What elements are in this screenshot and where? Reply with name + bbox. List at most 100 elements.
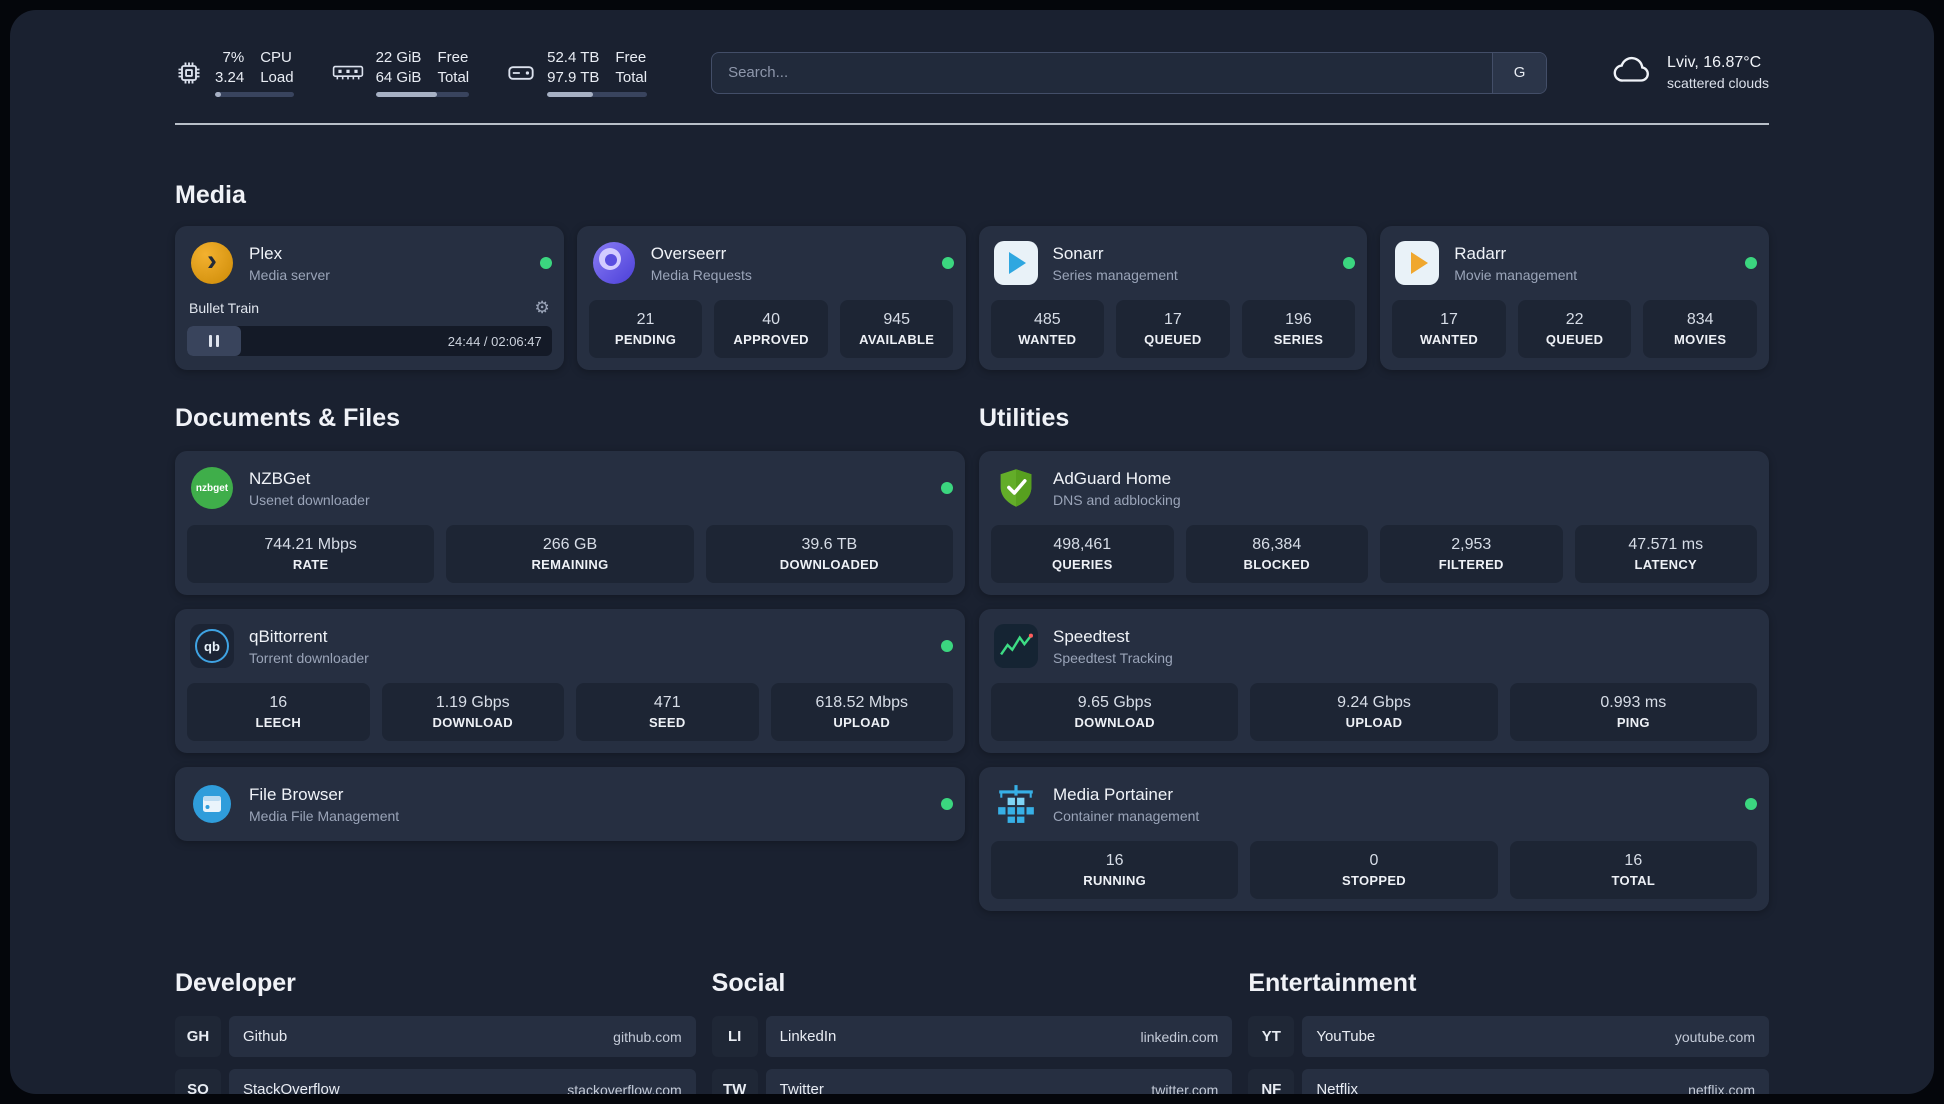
stat-tile: 485 WANTED (990, 300, 1105, 358)
stat-tile: 21 PENDING (588, 300, 703, 358)
disk-free-label: Free (615, 49, 647, 66)
app-card-qbittorrent[interactable]: qb qBittorrent Torrent downloader 16 LEEC… (175, 609, 965, 753)
stat-label: WANTED (1018, 332, 1077, 347)
disk-monitor: 52.4 TB 97.9 TB Free Total (507, 48, 648, 97)
app-card-speedtest[interactable]: Speedtest Speedtest Tracking 9.65 Gbps DO… (979, 609, 1769, 753)
overseerr-icon (589, 238, 639, 288)
stat-label: RUNNING (1083, 873, 1147, 888)
developer-section-title: Developer (175, 969, 296, 997)
app-card-radarr[interactable]: Radarr Movie management 17 WANTED 22 QUEUE… (1380, 226, 1769, 370)
weather-location: Lviv, 16.87°C (1667, 54, 1762, 72)
player-progress-bar[interactable]: 24:44 / 02:06:47 (187, 326, 552, 356)
stat-label: DOWNLOAD (432, 715, 513, 730)
link-name: LinkedIn (779, 1028, 837, 1045)
stat-label: DOWNLOADED (779, 557, 879, 572)
pause-button[interactable] (187, 326, 241, 356)
stat-label: DOWNLOAD (1074, 715, 1155, 730)
app-name: File Browser (249, 784, 344, 804)
filebrowser-icon (187, 779, 237, 829)
stat-label: FILTERED (1438, 557, 1504, 572)
link-badge: TW (711, 1069, 758, 1094)
stat-value: 485 (1033, 311, 1061, 328)
ram-total-value: 64 GiB (375, 68, 422, 86)
app-subtitle: DNS and adblocking (1053, 491, 1181, 508)
status-dot (1343, 257, 1356, 269)
portainer-crane-icon (991, 779, 1041, 829)
stat-value: 618.52 Mbps (815, 694, 908, 711)
stat-tile: 9.65 Gbps DOWNLOAD (991, 683, 1239, 741)
stat-value: 0 (1369, 852, 1379, 869)
disk-total-label: Total (615, 68, 648, 86)
stat-value: 266 GB (542, 536, 598, 553)
cpu-load-label: Load (260, 68, 294, 86)
link-url: netflix.com (1688, 1081, 1755, 1095)
app-card-plex[interactable]: › Plex Media server Bullet Train ⚙ 24:44… (175, 226, 564, 370)
stat-tile: 498,461 QUERIES (991, 525, 1174, 583)
link-stackoverflow[interactable]: SO StackOverflow stackoverflow.com (175, 1069, 696, 1094)
developer-links-column: Developer GH Github github.com SO StackOv… (175, 969, 696, 1094)
app-card-portainer[interactable]: Media Portainer Container management 16 R… (979, 767, 1769, 911)
link-badge: YT (1248, 1016, 1295, 1057)
stat-tile: 22 QUEUED (1517, 300, 1632, 358)
settings-gear-icon[interactable]: ⚙ (535, 298, 550, 318)
app-subtitle: Usenet downloader (249, 491, 370, 508)
stat-value: 196 (1285, 311, 1312, 328)
link-youtube[interactable]: YT YouTube youtube.com (1248, 1016, 1769, 1057)
stat-tile: 0.993 ms PING (1509, 683, 1757, 741)
stat-tile: 40 APPROVED (714, 300, 828, 358)
speedtest-chart-icon (991, 621, 1041, 671)
link-badge: LI (711, 1016, 758, 1057)
weather-condition: scattered clouds (1667, 74, 1769, 91)
utilities-column: Utilities AdGuard Home DNS and adblockin… (979, 404, 1769, 911)
stat-tile: 39.6 TB DOWNLOADED (705, 525, 953, 583)
stat-tile: 196 SERIES (1241, 300, 1356, 358)
stat-value: 21 (636, 311, 655, 328)
stat-label: QUERIES (1051, 557, 1113, 572)
app-subtitle: Media Requests (650, 266, 752, 283)
link-netflix[interactable]: NF Netflix netflix.com (1248, 1069, 1769, 1094)
stat-label: SEED (648, 715, 686, 730)
link-name: StackOverflow (243, 1081, 340, 1094)
stat-tile: 266 GB REMAINING (446, 525, 694, 583)
link-url: stackoverflow.com (567, 1081, 682, 1095)
stat-value: 16 (1624, 852, 1643, 869)
link-name: Netflix (1316, 1081, 1359, 1094)
app-card-nzbget[interactable]: nzbget NZBGet Usenet downloader 744.21 M… (175, 451, 965, 595)
search-engine-button[interactable]: G (1492, 52, 1547, 93)
stat-label: TOTAL (1611, 873, 1656, 888)
link-url: twitter.com (1151, 1081, 1219, 1095)
stat-label: UPLOAD (833, 715, 891, 730)
social-section-title: Social (711, 969, 786, 997)
app-subtitle: Torrent downloader (249, 649, 369, 666)
app-subtitle: Container management (1053, 807, 1200, 824)
stat-label: APPROVED (733, 332, 809, 347)
app-card-filebrowser[interactable]: File Browser Media File Management (175, 767, 965, 841)
sonarr-icon (991, 238, 1041, 288)
status-dot (941, 640, 953, 652)
stat-label: STOPPED (1341, 873, 1406, 888)
app-card-adguard[interactable]: AdGuard Home DNS and adblocking 498,461 Q… (979, 451, 1769, 595)
stat-value: 40 (762, 311, 781, 328)
stat-tile: 16 TOTAL (1509, 841, 1757, 899)
stat-value: 471 (653, 694, 681, 711)
weather-widget[interactable]: Lviv, 16.87°C scattered clouds (1611, 52, 1769, 92)
link-badge: NF (1248, 1069, 1295, 1094)
stat-tile: 17 QUEUED (1116, 300, 1230, 358)
documents-column: Documents & Files nzbget NZBGet Usenet d… (175, 404, 965, 841)
stat-label: MOVIES (1674, 332, 1727, 347)
link-twitter[interactable]: TW Twitter twitter.com (711, 1069, 1233, 1095)
link-name: Github (243, 1028, 288, 1045)
app-card-sonarr[interactable]: Sonarr Series management 485 WANTED 17 QUE… (978, 226, 1368, 370)
entertainment-links-column: Entertainment YT YouTube youtube.com NF N… (1248, 969, 1769, 1094)
link-linkedin[interactable]: LI LinkedIn linkedin.com (711, 1016, 1233, 1057)
cpu-percent: 7% (222, 49, 245, 66)
disk-usage-bar (547, 92, 648, 97)
stat-label: LEECH (255, 715, 302, 730)
app-card-overseerr[interactable]: Overseerr Media Requests 21 PENDING 40 APP… (576, 226, 966, 370)
stat-value: 744.21 Mbps (264, 536, 357, 553)
cpu-load-value: 3.24 (215, 68, 245, 86)
link-github[interactable]: GH Github github.com (175, 1016, 696, 1057)
stat-tile: 86,384 BLOCKED (1185, 525, 1368, 583)
stat-value: 498,461 (1053, 536, 1112, 553)
search-input[interactable] (712, 64, 1493, 81)
